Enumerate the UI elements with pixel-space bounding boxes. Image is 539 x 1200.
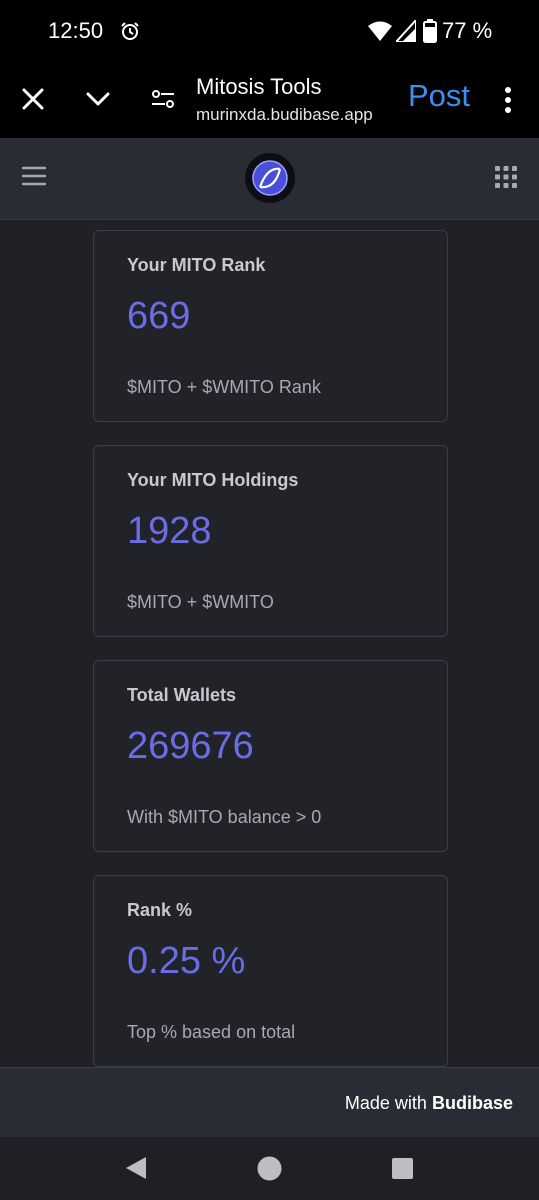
card-subtitle: $MITO + $WMITO [127,592,274,612]
signal-icon [396,20,416,42]
card-value: 669 [127,295,191,337]
card-title: Rank % [127,900,193,920]
app-header [0,138,539,220]
wifi-icon [368,21,392,41]
battery-percent: 77 % [442,18,493,43]
system-nav-bar [0,1137,539,1200]
apps-grid-icon[interactable] [494,165,518,189]
alarm-icon [121,22,139,40]
footer-brand: Budibase [431,1093,513,1113]
footer-prefix: Made with [344,1093,427,1113]
card-value: 269676 [127,725,254,767]
menu-icon[interactable] [22,166,46,186]
card-subtitle: $MITO + $WMITO Rank [127,377,321,397]
chevron-down-icon[interactable] [84,88,112,110]
browser-toolbar: Mitosis Tools murinxda.budibase.app Post [0,62,539,138]
mitosis-logo[interactable] [245,153,295,203]
page-url[interactable]: murinxda.budibase.app [196,105,373,125]
page-title: Mitosis Tools [196,74,322,99]
rank-card: Your MITO Rank 669 $MITO + $WMITO Rank [93,230,448,422]
card-value: 1928 [127,510,212,552]
holdings-card: Your MITO Holdings 1928 $MITO + $WMITO [93,445,448,637]
status-bar: 12:50 77 % [0,0,539,62]
card-value: 0.25 % [127,940,246,982]
battery-icon [423,19,437,43]
home-icon[interactable] [257,1156,282,1181]
page-settings-icon[interactable] [150,86,176,112]
recents-icon[interactable] [392,1158,413,1179]
back-icon[interactable] [124,1156,148,1180]
post-button[interactable]: Post [408,78,470,114]
more-vert-icon[interactable] [500,86,516,114]
card-title: Your MITO Rank [127,255,266,275]
card-title: Total Wallets [127,685,237,705]
made-with-link[interactable]: Made with Budibase [345,1093,513,1114]
card-subtitle: With $MITO balance > 0 [127,807,322,827]
card-subtitle: Top % based on total [127,1022,296,1042]
close-icon[interactable] [20,86,46,112]
app-footer: Made with Budibase [0,1067,539,1137]
rank-percent-card: Rank % 0.25 % Top % based on total [93,875,448,1067]
status-time: 12:50 [48,18,104,43]
total-wallets-card: Total Wallets 269676 With $MITO balance … [93,660,448,852]
card-title: Your MITO Holdings [127,470,299,490]
dashboard-content: Your MITO Rank 669 $MITO + $WMITO Rank Y… [0,220,539,1067]
